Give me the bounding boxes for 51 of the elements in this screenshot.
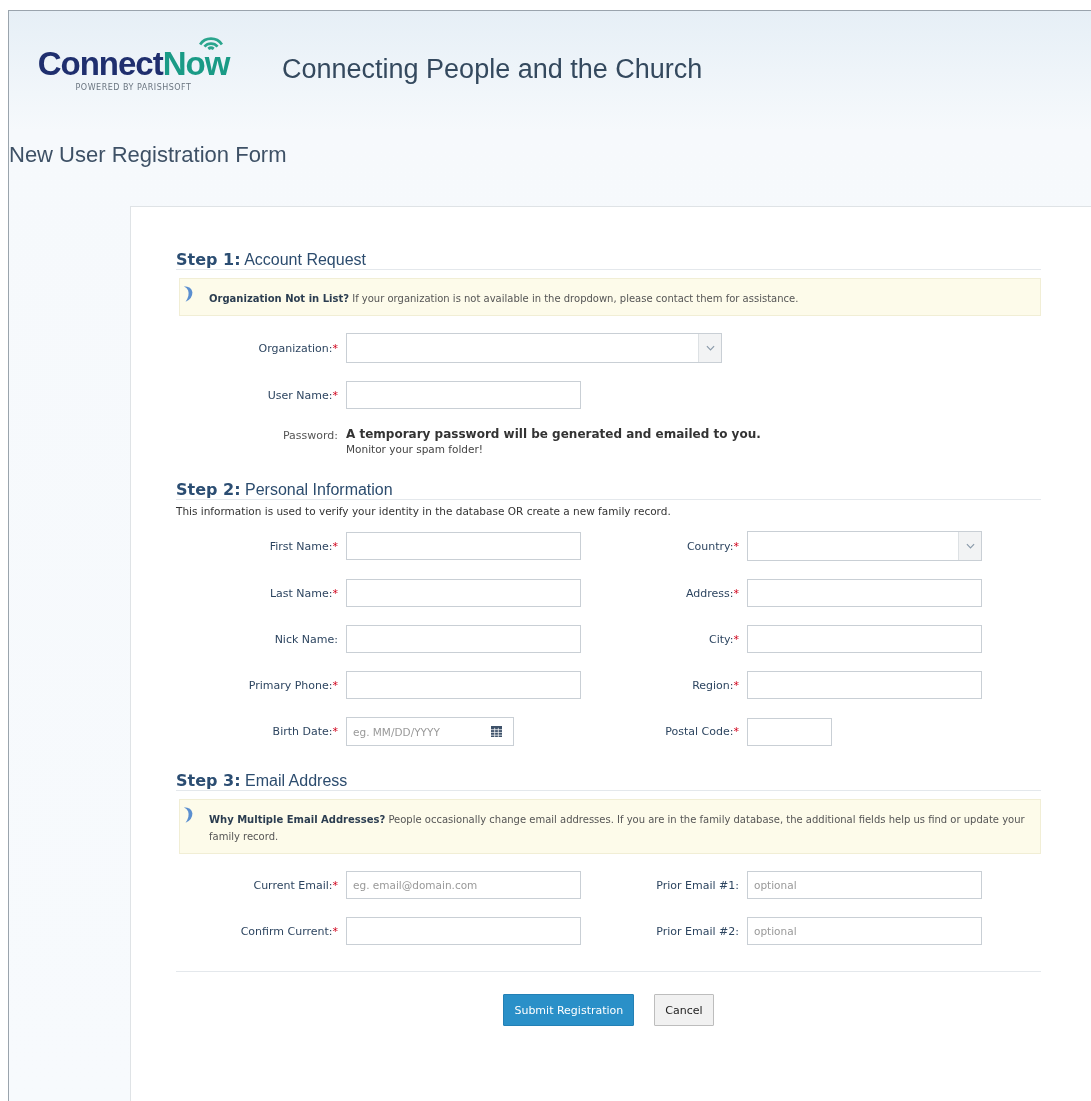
- note-text: Why Multiple Email Addresses? People occasionally change email addresses. If you are in the family database, the additional fields help us find or update your family record.: [209, 813, 1026, 844]
- field-label: Address:*: [685, 586, 739, 600]
- field-label: Organization:*: [257, 341, 338, 355]
- dropdown-field[interactable]: [747, 531, 982, 561]
- text-input[interactable]: [346, 579, 581, 607]
- section-heading: Step 1: Account Request: [176, 251, 367, 269]
- section-heading: Step 3: Email Address: [176, 772, 349, 790]
- text-input[interactable]: [346, 671, 581, 699]
- text-input[interactable]: [346, 625, 581, 653]
- text-input[interactable]: [346, 381, 581, 409]
- chevron-down-icon: [705, 345, 715, 351]
- text-input[interactable]: eg. email@domain.com: [346, 871, 581, 899]
- calendar-icon[interactable]: [491, 726, 502, 737]
- section-description: This information is used to verify your identity in the database OR create a new family record.: [176, 505, 672, 517]
- connectnow-logo: ConnectNow POWERED BY PARISHSOFT: [31, 46, 236, 92]
- field-label: Country:*: [685, 539, 739, 553]
- password-notice: A temporary password will be generated and emailed to you.: [346, 427, 761, 441]
- text-input[interactable]: [346, 917, 581, 945]
- dropdown-field[interactable]: [346, 333, 722, 363]
- field-label: Prior Email #1:: [655, 878, 739, 892]
- section-heading: Step 2: Personal Information: [176, 481, 394, 499]
- password-hint: Monitor your spam folder!: [346, 443, 485, 455]
- text-input[interactable]: optional: [747, 917, 982, 945]
- chevron-down-icon: [965, 543, 975, 549]
- text-input[interactable]: optional: [747, 871, 982, 899]
- field-label: Current Email:*: [252, 878, 338, 892]
- field-label: Confirm Current:*: [239, 924, 338, 938]
- field-label: City:*: [708, 632, 739, 646]
- submit-button[interactable]: Submit Registration: [503, 994, 635, 1026]
- text-input[interactable]: [747, 579, 982, 607]
- field-label: Nick Name:: [273, 632, 338, 646]
- field-label: Birth Date:*: [271, 725, 338, 738]
- bracket-icon: [183, 285, 195, 303]
- field-label: Primary Phone:*: [247, 678, 338, 692]
- site-tagline: Connecting People and the Church: [282, 53, 703, 85]
- cancel-button[interactable]: Cancel: [654, 994, 714, 1026]
- field-label: User Name:*: [266, 388, 338, 402]
- date-field[interactable]: eg. MM/DD/YYYY: [346, 717, 514, 746]
- note-text: Organization Not in List? If your organization is not available in the dropdown, please contact them for assistance.: [209, 292, 799, 306]
- field-label: First Name:*: [268, 539, 338, 553]
- text-input[interactable]: [747, 671, 982, 699]
- text-input[interactable]: [747, 717, 832, 746]
- field-label: Region:*: [691, 678, 739, 692]
- field-label: Prior Email #2:: [655, 924, 739, 938]
- field-label: Password:: [281, 428, 338, 442]
- field-label: Last Name:*: [268, 586, 338, 600]
- page-title: New User Registration Form: [9, 142, 288, 168]
- field-label: Postal Code:*: [664, 725, 739, 738]
- text-input[interactable]: [747, 625, 982, 653]
- bracket-icon: [183, 806, 195, 824]
- text-input[interactable]: [346, 532, 581, 560]
